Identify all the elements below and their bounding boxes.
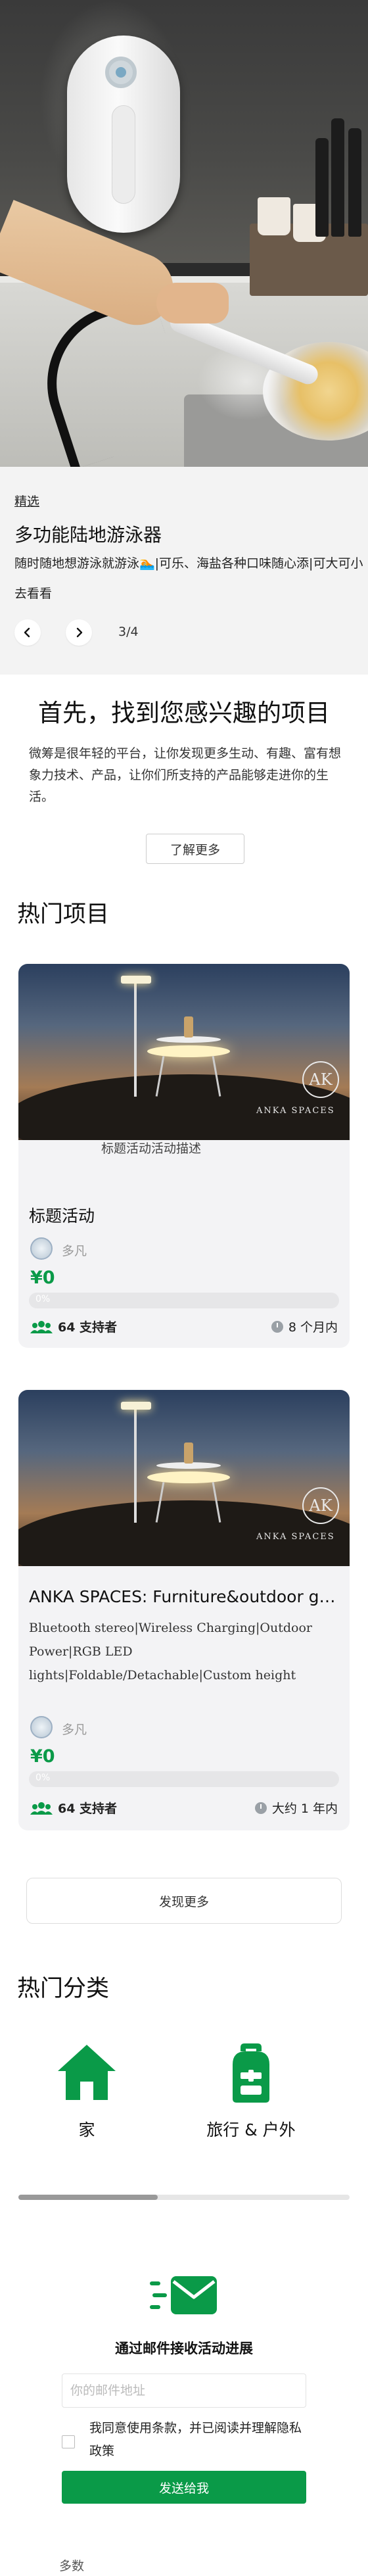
chevron-left-icon — [24, 627, 30, 638]
brand-text: ANKA SPACES — [256, 1106, 335, 1116]
brand-logo: AK — [302, 1487, 339, 1524]
clock-icon — [271, 1320, 283, 1333]
people-icon — [30, 1801, 53, 1815]
chevron-right-icon — [76, 627, 83, 638]
project-title[interactable]: ANKA SPACES: Furniture&outdoor gea... — [29, 1587, 339, 1606]
project-subtitle: 标题活动活动描述 — [101, 1141, 202, 1156]
progress-bar: 0% — [29, 1771, 339, 1787]
newsletter-title: 通过邮件接收活动进展 — [115, 2341, 253, 2356]
send-button[interactable]: 发送给我 — [62, 2471, 306, 2504]
learn-more-button[interactable]: 了解更多 — [146, 834, 244, 864]
cup — [258, 197, 290, 235]
banner-tag-link[interactable]: 精选 — [14, 492, 39, 510]
mail-send-icon — [150, 2276, 217, 2314]
banner-prev-button[interactable] — [14, 619, 41, 646]
project-image[interactable]: AK ANKA SPACES — [18, 1390, 350, 1566]
time-left-label: 8 个月内 — [288, 1320, 338, 1335]
time-left: 8 个月内 — [271, 1318, 338, 1335]
project-card[interactable]: AK ANKA SPACES 标题活动活动描述 标题活动 多凡 ¥0 0% 64… — [18, 964, 350, 1348]
project-card[interactable]: AK ANKA SPACES ANKA SPACES: Furniture&ou… — [18, 1390, 350, 1830]
category-home[interactable]: 家 — [21, 2039, 152, 2142]
category-label: 旅行 & 户外 — [206, 2120, 296, 2139]
discover-more-button[interactable]: 发现更多 — [26, 1878, 342, 1924]
creator-name[interactable]: 多凡 — [62, 1241, 87, 1259]
people-icon — [30, 1320, 53, 1333]
clock-icon — [254, 1801, 267, 1814]
agree-checkbox[interactable] — [62, 2435, 75, 2448]
banner-description: 随时随地想游泳就游泳🏊|可乐、海盐各种口味随心添|可大可小 — [14, 556, 363, 571]
amount-raised: ¥0 — [30, 1268, 55, 1288]
progress-bar: 0% — [29, 1293, 339, 1308]
project-description: Bluetooth stereo|Wireless Charging|Outdo… — [29, 1621, 312, 1682]
banner-info: 精选 多功能陆地游泳器 随时随地想游泳就游泳🏊|可乐、海盐各种口味随心添|可大可… — [0, 467, 368, 675]
intro-description: 微筹是很年轻的平台，让你发现更多生动、有趣、富有想象力技术、产品，让你们所支持的… — [29, 746, 342, 804]
project-title[interactable]: 标题活动 — [29, 1203, 339, 1227]
banner-pager: 3/4 — [118, 625, 139, 639]
email-field[interactable] — [62, 2373, 306, 2408]
time-left-label: 大约 1 年内 — [271, 1801, 338, 1816]
brand-logo: AK — [302, 1061, 339, 1098]
home-icon — [58, 2045, 116, 2100]
bottles — [315, 112, 368, 237]
backers-count: 64 支持者 — [30, 1318, 117, 1335]
banner-title[interactable]: 多功能陆地游泳器 — [14, 521, 162, 547]
agree-text[interactable]: 我同意使用条款，并已阅读并理解隐私政策 — [89, 2417, 313, 2463]
category-scrollbar-thumb[interactable] — [18, 2195, 158, 2200]
footer-peek-text: 多数 — [59, 2559, 85, 2573]
hot-projects-title: 热门项目 — [17, 901, 110, 928]
banner-more-link[interactable]: 去看看 — [14, 584, 52, 602]
project-image[interactable]: AK ANKA SPACES — [18, 964, 350, 1140]
time-left: 大约 1 年内 — [254, 1799, 338, 1817]
avatar[interactable] — [30, 1237, 53, 1260]
backpack-icon — [233, 2043, 269, 2103]
device-indicator — [116, 67, 126, 78]
page: 精选 多功能陆地游泳器 随时随地想游泳就游泳🏊|可乐、海盐各种口味随心添|可大可… — [0, 0, 368, 2576]
category-label: 家 — [78, 2120, 95, 2139]
hot-categories-title: 热门分类 — [17, 1976, 110, 2002]
amount-raised: ¥0 — [30, 1746, 55, 1767]
banner-next-button[interactable] — [66, 619, 92, 646]
backers-count: 64 支持者 — [30, 1799, 117, 1817]
hand — [156, 283, 229, 323]
progress-label: 0% — [35, 1294, 51, 1304]
creator-name[interactable]: 多凡 — [62, 1720, 87, 1738]
backers-label: 64 支持者 — [58, 1320, 118, 1335]
device-slot — [112, 105, 135, 204]
progress-label: 0% — [35, 1773, 51, 1783]
backers-label: 64 支持者 — [58, 1801, 118, 1816]
intro-title: 首先，找到您感兴趣的项目 — [38, 699, 330, 727]
banner-image[interactable] — [0, 0, 368, 467]
category-travel-outdoor[interactable]: 旅行 & 户外 — [185, 2039, 317, 2142]
avatar[interactable] — [30, 1716, 53, 1738]
category-scrollbar[interactable] — [18, 2195, 350, 2200]
brand-text: ANKA SPACES — [256, 1532, 335, 1542]
